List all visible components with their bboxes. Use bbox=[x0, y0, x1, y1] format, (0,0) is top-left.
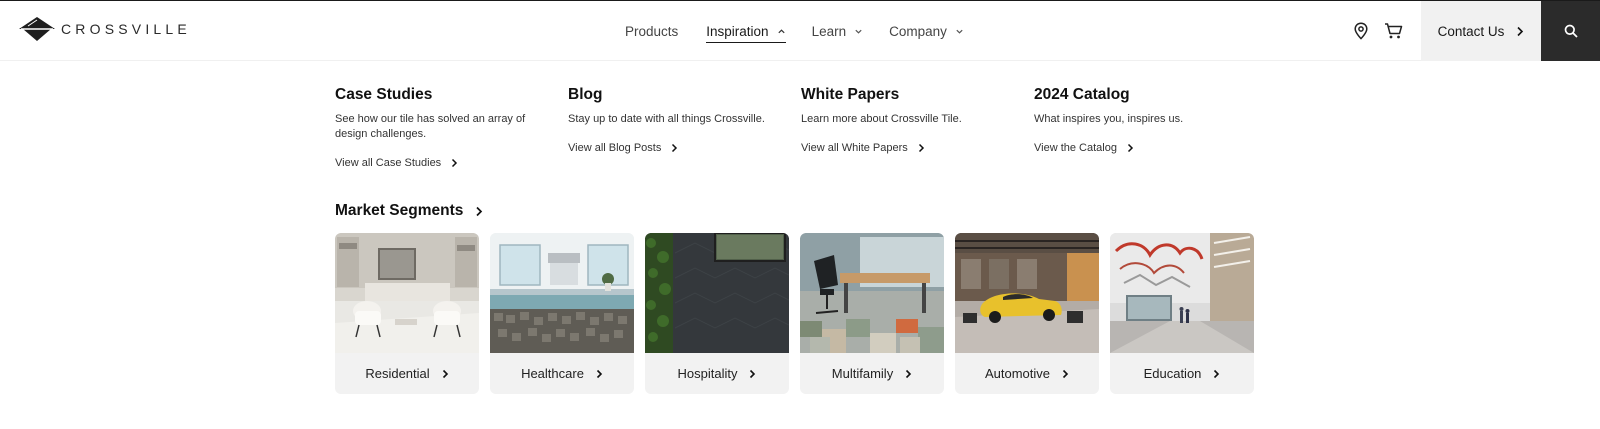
segment-label: Education bbox=[1143, 366, 1202, 381]
column-title[interactable]: Blog bbox=[568, 86, 783, 104]
segment-education-caption: Education bbox=[1110, 353, 1254, 394]
contact-us-button[interactable]: Contact Us bbox=[1421, 1, 1541, 61]
market-segments-title: Market Segments bbox=[335, 202, 464, 219]
segment-label: Residential bbox=[365, 366, 430, 381]
chevron-right-icon bbox=[918, 143, 924, 153]
chevron-right-icon bbox=[1517, 26, 1524, 36]
site-header: CROSSVILLE Products Inspiration Learn Co… bbox=[0, 1, 1600, 61]
column-white-papers: White Papers Learn more about Crossville… bbox=[801, 86, 1016, 154]
segment-automotive-card[interactable]: Automotive bbox=[955, 233, 1099, 394]
segment-hospitality-image bbox=[645, 233, 789, 353]
link-label: View all Case Studies bbox=[335, 157, 442, 169]
column-blog: Blog Stay up to date with all things Cro… bbox=[568, 86, 783, 154]
column-case-studies: Case Studies See how our tile has solved… bbox=[335, 86, 550, 169]
chevron-right-icon bbox=[1214, 369, 1220, 378]
chevron-right-icon bbox=[452, 158, 458, 168]
column-description: Learn more about Crossville Tile. bbox=[801, 113, 962, 125]
link-label: View all Blog Posts bbox=[568, 142, 662, 154]
chevron-right-icon bbox=[1127, 143, 1134, 153]
segment-label: Healthcare bbox=[521, 366, 584, 381]
view-all-blog-posts-link[interactable]: View all Blog Posts bbox=[568, 142, 783, 154]
nav-inspiration[interactable]: Inspiration bbox=[706, 1, 786, 61]
segment-label: Hospitality bbox=[677, 366, 738, 381]
crossville-logo-icon bbox=[19, 17, 55, 41]
column-description: Stay up to date with all things Crossvil… bbox=[568, 113, 765, 125]
main-nav: Products Inspiration Learn Company bbox=[625, 1, 964, 61]
segment-label: Automotive bbox=[984, 366, 1051, 381]
chevron-right-icon bbox=[750, 369, 756, 378]
chevron-down-icon bbox=[855, 29, 862, 34]
nav-company-label: Company bbox=[889, 23, 947, 39]
cart-icon[interactable] bbox=[1382, 20, 1404, 42]
column-title[interactable]: Case Studies bbox=[335, 86, 550, 104]
nav-learn-label: Learn bbox=[811, 23, 847, 39]
segment-automotive-caption: Automotive bbox=[955, 353, 1099, 394]
contact-us-label: Contact Us bbox=[1437, 23, 1505, 39]
nav-learn[interactable]: Learn bbox=[812, 1, 864, 61]
view-the-catalog-link[interactable]: View the Catalog bbox=[1034, 142, 1249, 154]
search-button[interactable] bbox=[1541, 1, 1600, 61]
nav-products-label: Products bbox=[625, 23, 679, 39]
view-all-white-papers-link[interactable]: View all White Papers bbox=[801, 142, 1016, 154]
nav-company[interactable]: Company bbox=[889, 1, 964, 61]
chevron-right-icon bbox=[476, 206, 483, 216]
segment-residential-card[interactable]: Residential bbox=[335, 233, 479, 394]
link-label: View the Catalog bbox=[1034, 142, 1117, 154]
column-description: What inspires you, inspires us. bbox=[1034, 113, 1184, 125]
nav-products[interactable]: Products bbox=[625, 1, 678, 61]
chevron-right-icon bbox=[442, 369, 448, 378]
segment-multifamily-caption: Multifamily bbox=[800, 353, 944, 394]
market-segments-grid: Residential Healthcare Hospitality Multi… bbox=[335, 233, 1254, 394]
segment-healthcare-card[interactable]: Healthcare bbox=[490, 233, 634, 394]
location-pin-icon[interactable] bbox=[1350, 20, 1372, 42]
column-catalog: 2024 Catalog What inspires you, inspires… bbox=[1034, 86, 1249, 154]
segment-education-image bbox=[1110, 233, 1254, 353]
segment-healthcare-caption: Healthcare bbox=[490, 353, 634, 394]
segment-healthcare-image bbox=[490, 233, 634, 353]
search-icon bbox=[1564, 24, 1578, 38]
segment-residential-caption: Residential bbox=[335, 353, 479, 394]
segment-multifamily-card[interactable]: Multifamily bbox=[800, 233, 944, 394]
link-label: View all White Papers bbox=[801, 142, 908, 154]
segment-residential-image bbox=[335, 233, 479, 353]
nav-inspiration-label: Inspiration bbox=[706, 23, 769, 39]
segment-hospitality-card[interactable]: Hospitality bbox=[645, 233, 789, 394]
chevron-down-icon bbox=[956, 29, 963, 34]
segment-label: Multifamily bbox=[831, 366, 894, 381]
brand-name: CROSSVILLE bbox=[61, 21, 191, 37]
brand-logo[interactable]: CROSSVILLE bbox=[19, 16, 191, 42]
segment-automotive-image bbox=[955, 233, 1099, 353]
segment-hospitality-caption: Hospitality bbox=[645, 353, 789, 394]
column-title[interactable]: White Papers bbox=[801, 86, 1016, 104]
column-description: See how our tile has solved an array of … bbox=[335, 113, 526, 140]
view-all-case-studies-link[interactable]: View all Case Studies bbox=[335, 157, 550, 169]
segment-education-card[interactable]: Education bbox=[1110, 233, 1254, 394]
chevron-right-icon bbox=[1062, 369, 1069, 378]
chevron-right-icon bbox=[672, 143, 678, 153]
market-segments-link[interactable]: Market Segments bbox=[335, 202, 483, 220]
column-title[interactable]: 2024 Catalog bbox=[1034, 86, 1249, 104]
chevron-up-icon bbox=[777, 28, 785, 33]
chevron-right-icon bbox=[906, 369, 912, 378]
segment-multifamily-image bbox=[800, 233, 944, 353]
chevron-right-icon bbox=[596, 369, 603, 378]
